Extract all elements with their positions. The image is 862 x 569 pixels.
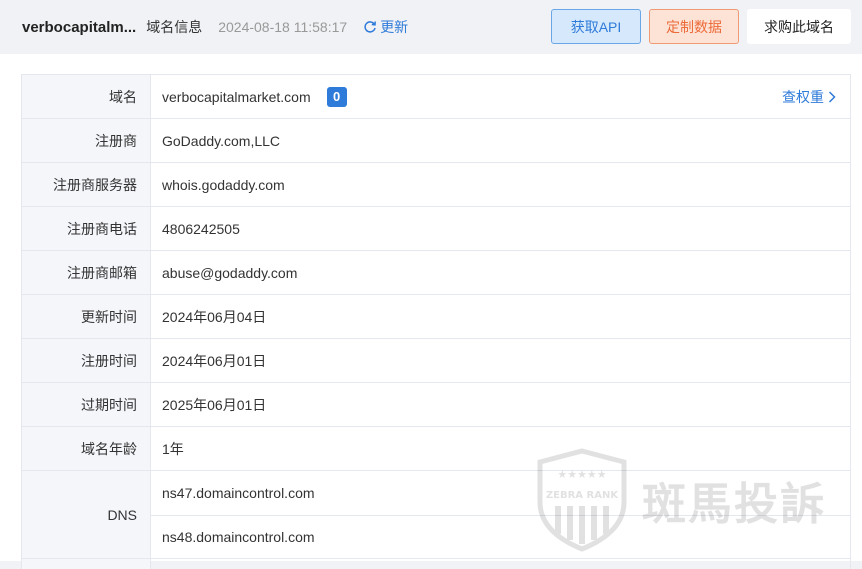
row-label: 域名年龄	[22, 427, 151, 470]
row-value: 2025年06月01日	[162, 396, 267, 413]
get-api-button[interactable]: 获取API	[551, 9, 641, 44]
table-row: 注册商 GoDaddy.com,LLC	[22, 119, 850, 163]
dns-server: ns48.domaincontrol.com	[151, 514, 850, 559]
row-label: 域名	[22, 75, 151, 118]
whois-panel: 域名 verbocapitalmarket.com 0 查权重 注册商 GoDa…	[0, 54, 862, 569]
row-label: 注册商	[22, 119, 151, 162]
check-weight-link[interactable]: 查权重	[782, 75, 836, 118]
table-row: 注册商服务器 whois.godaddy.com	[22, 163, 850, 207]
refresh-button[interactable]: 更新	[363, 17, 408, 37]
tab-domain-info[interactable]: 域名信息	[146, 17, 202, 37]
custom-data-button[interactable]: 定制数据	[649, 9, 739, 44]
row-value: 2024年06月04日	[162, 308, 267, 325]
row-value: 4806242505	[162, 220, 240, 237]
row-label: 更新时间	[22, 295, 151, 338]
row-label: 注册商邮箱	[22, 251, 151, 294]
row-value: GoDaddy.com,LLC	[162, 132, 281, 149]
domain-value: verbocapitalmarket.com	[162, 88, 311, 105]
table-row-domain: 域名 verbocapitalmarket.com 0 查权重	[22, 75, 850, 119]
row-value: 1年	[162, 440, 184, 457]
row-value: 2024年06月01日	[162, 352, 267, 369]
table-row: 注册商电话 4806242505	[22, 207, 850, 251]
table-row: 注册商邮箱 abuse@godaddy.com	[22, 251, 850, 295]
dns-server: ns47.domaincontrol.com	[162, 484, 315, 501]
whois-table: 域名 verbocapitalmarket.com 0 查权重 注册商 GoDa…	[21, 74, 851, 569]
refresh-label: 更新	[380, 19, 409, 35]
table-row: 域名年龄 1年	[22, 427, 850, 471]
buy-domain-button[interactable]: 求购此域名	[747, 9, 851, 44]
row-label: DNS	[22, 471, 151, 558]
row-value: verbocapitalmarket.com 0 查权重	[151, 75, 850, 118]
row-value: whois.godaddy.com	[162, 176, 285, 193]
row-value: abuse@godaddy.com	[162, 264, 298, 281]
top-bar: verbocapitalm... 域名信息 2024-08-18 11:58:1…	[0, 0, 862, 54]
row-label: 注册商电话	[22, 207, 151, 250]
chevron-right-icon	[828, 90, 836, 103]
dns-values: ns47.domaincontrol.com ns48.domaincontro…	[151, 471, 850, 558]
table-row: 更新时间 2024年06月04日	[22, 295, 850, 339]
table-row-dns: DNS ns47.domaincontrol.com ns48.domainco…	[22, 471, 850, 559]
check-weight-label: 查权重	[782, 88, 824, 105]
table-row: 过期时间 2025年06月01日	[22, 383, 850, 427]
domain-title: verbocapitalm...	[22, 18, 137, 36]
row-label: 注册商服务器	[22, 163, 151, 206]
table-row: 注册时间 2024年06月01日	[22, 339, 850, 383]
row-label: 注册时间	[22, 339, 151, 382]
update-timestamp: 2024-08-18 11:58:17	[218, 19, 348, 35]
refresh-icon	[364, 21, 377, 33]
row-label: 过期时间	[22, 383, 151, 426]
weight-badge: 0	[326, 86, 347, 107]
